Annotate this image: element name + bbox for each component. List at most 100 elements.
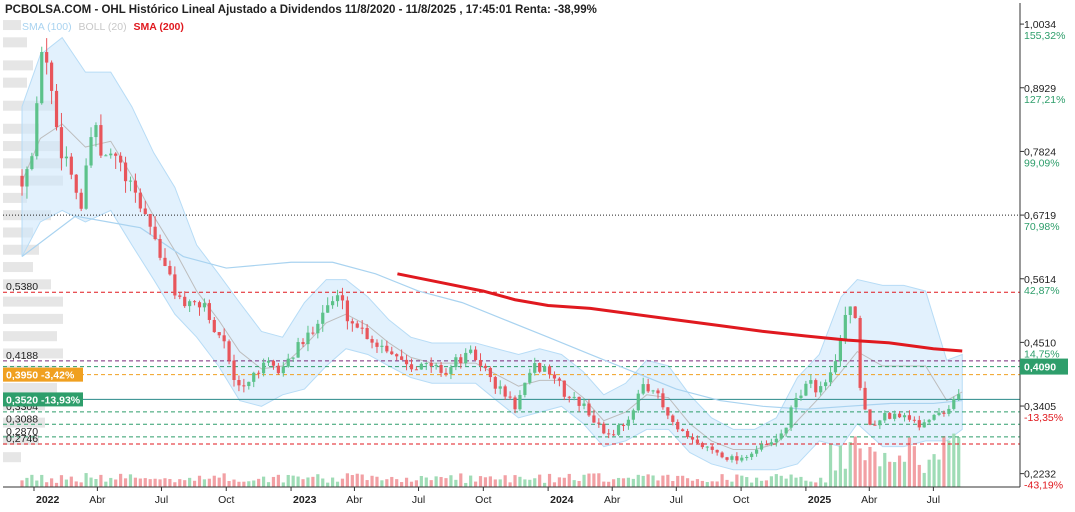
- candle-body: [907, 415, 912, 420]
- volume-bar: [454, 479, 458, 487]
- y-tick-percent: 155,32%: [1024, 30, 1065, 42]
- candle-body: [661, 393, 665, 408]
- volume-bar: [705, 482, 709, 487]
- volume-bar: [79, 482, 83, 487]
- x-tick-label: Abr: [604, 494, 621, 506]
- volume-bar: [395, 479, 399, 487]
- volume-bar: [488, 476, 492, 487]
- volume-bar: [247, 481, 251, 487]
- candle-body: [252, 372, 256, 382]
- volume-bar: [375, 476, 379, 487]
- volume-bar: [518, 476, 522, 487]
- volume-bar: [528, 479, 532, 487]
- volume-profile-bar: [3, 296, 63, 307]
- legend-sma100[interactable]: SMA (100): [22, 21, 72, 33]
- volume-bar: [952, 433, 956, 487]
- candle-body: [577, 396, 581, 406]
- volume-bar: [409, 481, 414, 487]
- candle-body: [695, 439, 700, 443]
- volume-bar: [158, 479, 162, 487]
- volume-bar: [690, 480, 695, 487]
- volume-bar: [685, 478, 690, 487]
- candle-body: [685, 431, 690, 438]
- volume-bar: [296, 476, 300, 487]
- volume-bar: [178, 479, 182, 487]
- candle-body: [148, 213, 152, 227]
- volume-bar: [666, 474, 670, 487]
- x-tick-label: 2023: [293, 494, 317, 506]
- candle-body: [705, 446, 709, 448]
- legend-boll20[interactable]: BOLL (20): [79, 21, 127, 33]
- candle-body: [414, 369, 419, 371]
- candle-body: [444, 372, 448, 375]
- legend: SMA (100) BOLL (20) SMA (200): [22, 21, 188, 33]
- volume-bar: [824, 482, 828, 487]
- candle-body: [94, 125, 98, 138]
- y-tick-percent: 127,21%: [1024, 94, 1065, 106]
- candle-body: [646, 384, 650, 392]
- volume-bar: [592, 473, 596, 487]
- volume-bar: [439, 476, 443, 487]
- volume-bar: [607, 481, 611, 487]
- volume-bar: [316, 474, 320, 487]
- volume-bar: [217, 477, 221, 487]
- candle-body: [789, 407, 793, 428]
- candle-body: [212, 319, 216, 333]
- candle-body: [602, 423, 606, 434]
- x-tick-label: Oct: [475, 494, 491, 506]
- candle-body: [720, 452, 724, 458]
- candle-body: [89, 137, 93, 166]
- candle-body: [518, 394, 522, 410]
- volume-bar: [84, 473, 88, 487]
- volume-bar: [774, 474, 778, 487]
- volume-bar: [237, 481, 241, 487]
- candle-body: [523, 382, 527, 395]
- candle-body: [868, 409, 872, 425]
- volume-bar: [676, 475, 680, 487]
- candle-body: [340, 295, 345, 301]
- x-tick-label: Oct: [733, 494, 749, 506]
- volume-bar: [631, 478, 635, 487]
- volume-bar: [917, 464, 921, 487]
- volume-bar: [350, 475, 354, 487]
- candle-body: [404, 359, 409, 365]
- candle-body: [873, 424, 877, 426]
- volume-bar: [252, 480, 256, 487]
- volume-bar: [804, 480, 808, 487]
- volume-bar: [513, 475, 517, 487]
- volume-bar: [730, 481, 734, 487]
- volume-bar: [25, 477, 29, 487]
- candle-body: [607, 433, 611, 435]
- volume-bar: [853, 436, 857, 487]
- candle-body: [942, 412, 946, 414]
- volume-profile-bar: [3, 20, 21, 31]
- volume-bar: [636, 474, 640, 487]
- volume-bar: [173, 482, 177, 487]
- volume-bar: [927, 459, 931, 487]
- candle-body: [562, 380, 566, 397]
- volume-bar: [503, 475, 507, 487]
- volume-bar: [888, 461, 892, 487]
- candle-body: [676, 421, 680, 430]
- candle-body: [651, 390, 655, 392]
- volume-bar: [291, 475, 295, 487]
- candle-body: [957, 394, 961, 400]
- candle-body: [74, 174, 78, 193]
- candle-body: [395, 354, 399, 357]
- level-badge-label: 0,3520 -13,93%: [6, 394, 81, 406]
- volume-bar: [833, 470, 838, 487]
- candle-body: [626, 419, 631, 426]
- volume-profile-bar: [3, 452, 21, 463]
- volume-bar: [858, 448, 862, 487]
- volume-profile-bar: [3, 262, 33, 273]
- volume-bar: [848, 442, 852, 487]
- volume-bar: [740, 475, 744, 487]
- volume-bar: [710, 481, 714, 487]
- candle-body: [360, 327, 364, 329]
- candle-body: [321, 312, 325, 324]
- volume-bar: [286, 474, 290, 487]
- volume-bar: [257, 478, 261, 487]
- candle-body: [888, 413, 892, 419]
- legend-sma200[interactable]: SMA (200): [134, 21, 184, 33]
- volume-bar: [932, 454, 936, 487]
